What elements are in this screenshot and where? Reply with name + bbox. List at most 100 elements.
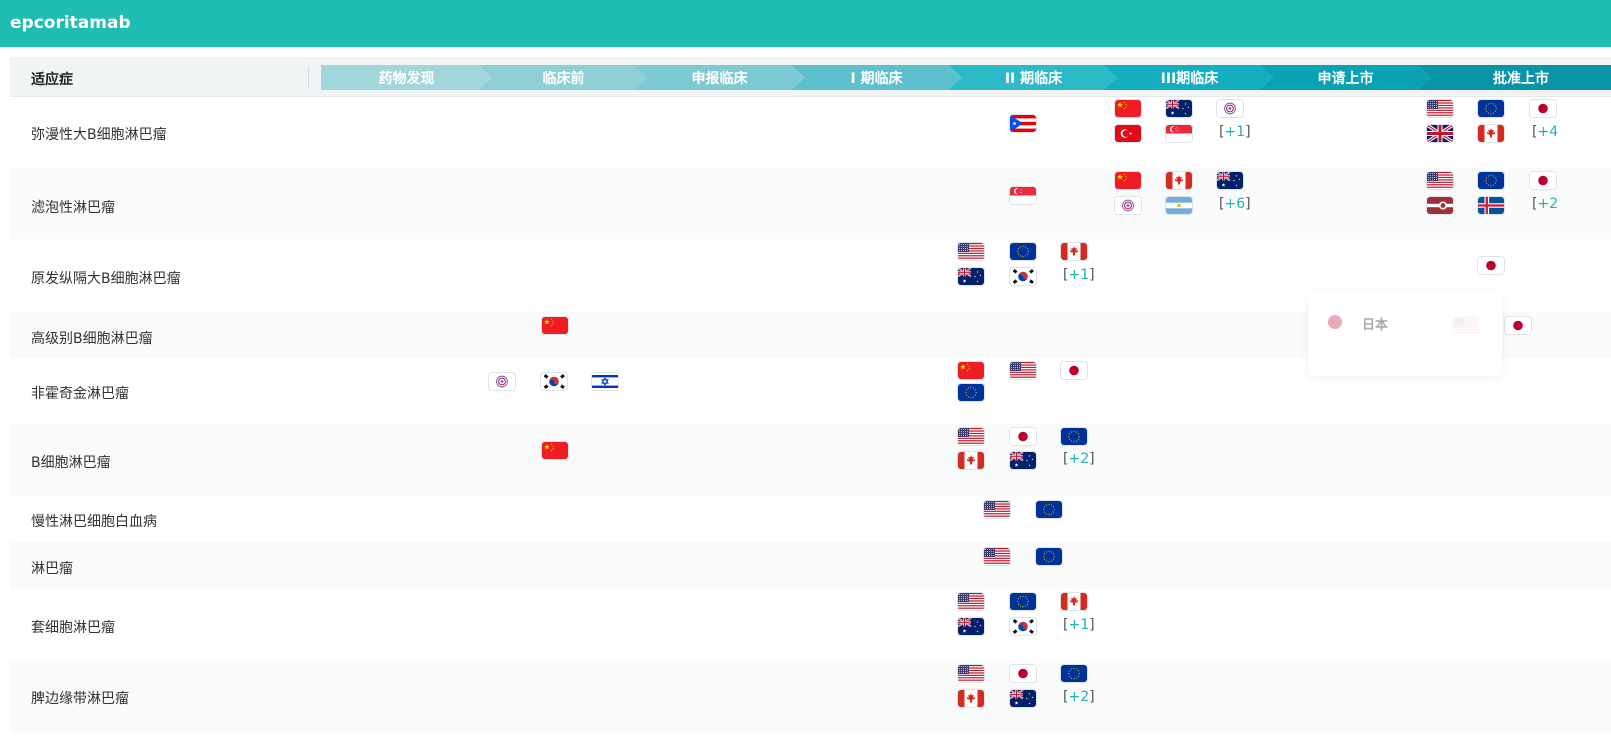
table-row: 淋巴瘤 <box>10 542 1611 589</box>
south-korea-flag-icon[interactable] <box>1010 618 1036 635</box>
tooltip-country-name: 日本 <box>1362 318 1389 333</box>
usa-flag-icon[interactable] <box>984 548 1010 565</box>
more-count: +1 <box>1068 617 1090 633</box>
table-row: 慢性淋巴细胞白血病 <box>10 496 1611 542</box>
more-count: +2 <box>1537 196 1559 212</box>
japan-flag-icon[interactable] <box>1530 172 1556 189</box>
canada-flag-icon[interactable] <box>1166 172 1192 189</box>
bracket-close: ] <box>1245 124 1251 140</box>
indication-name[interactable]: 慢性淋巴细胞白血病 <box>31 511 157 531</box>
australia-flag-icon[interactable] <box>1010 452 1036 469</box>
japan-flag-icon[interactable] <box>1530 100 1556 117</box>
usa-flag-icon[interactable] <box>1427 100 1453 117</box>
phase-header-1: 药物发现 <box>321 65 492 90</box>
south-korea-flag-icon[interactable] <box>1010 268 1036 285</box>
usa-flag-icon[interactable] <box>958 428 984 445</box>
eu-flag-icon[interactable] <box>958 384 984 401</box>
more-countries-link[interactable]: [+2] <box>1063 451 1095 467</box>
taiwan-flag-icon[interactable] <box>489 373 515 390</box>
eu-flag-icon[interactable] <box>1478 100 1504 117</box>
japan-flag-icon[interactable] <box>1010 428 1036 445</box>
singapore-flag-icon[interactable] <box>1166 125 1192 142</box>
more-countries-link[interactable]: [+1] <box>1063 267 1095 283</box>
australia-flag-icon[interactable] <box>1166 100 1192 117</box>
china-flag-icon[interactable] <box>542 442 568 459</box>
indication-name[interactable]: 套细胞淋巴瘤 <box>31 617 115 637</box>
bracket-close: ] <box>1089 617 1095 633</box>
more-countries-link[interactable]: [+2] <box>1063 689 1095 705</box>
usa-flag-icon[interactable] <box>984 501 1010 518</box>
table-row: 脾边缘带淋巴瘤 [+2] <box>10 661 1611 732</box>
indication-name[interactable]: 高级别B细胞淋巴瘤 <box>31 328 153 348</box>
country-tooltip: 日本 <box>1308 290 1502 376</box>
canada-flag-icon[interactable] <box>1061 243 1087 260</box>
usa-flag-icon[interactable] <box>1010 362 1036 379</box>
phase-header-4: I 期临床 <box>791 65 962 90</box>
phase-header-7: 申请上市 <box>1260 65 1431 90</box>
eu-flag-icon[interactable] <box>1036 501 1062 518</box>
puerto-rico-flag-icon[interactable] <box>1010 115 1036 132</box>
usa-flag-icon[interactable] <box>958 243 984 260</box>
australia-flag-icon[interactable] <box>1217 172 1243 189</box>
usa-flag-icon[interactable] <box>1427 172 1453 189</box>
more-countries-link[interactable]: [+2 <box>1532 196 1558 212</box>
bracket-close: ] <box>1089 689 1095 705</box>
indication-name[interactable]: 原发纵隔大B细胞淋巴瘤 <box>31 268 181 288</box>
china-flag-icon[interactable] <box>958 362 984 379</box>
latvia-flag-icon[interactable] <box>1427 197 1453 214</box>
israel-flag-icon[interactable] <box>592 373 618 390</box>
canada-flag-icon[interactable] <box>958 452 984 469</box>
indication-name[interactable]: B细胞淋巴瘤 <box>31 452 111 472</box>
usa-flag-icon[interactable] <box>958 665 984 682</box>
more-count: +2 <box>1068 689 1090 705</box>
more-countries-link[interactable]: [+4 <box>1532 124 1558 140</box>
more-count: +6 <box>1224 196 1246 212</box>
eu-flag-icon[interactable] <box>1061 428 1087 445</box>
japan-flag-icon[interactable] <box>1478 257 1504 274</box>
phase-header-8: 批准上市 <box>1417 65 1611 90</box>
japan-flag-icon[interactable] <box>1061 362 1087 379</box>
south-korea-flag-icon[interactable] <box>541 373 567 390</box>
japan-flag-icon[interactable] <box>1505 317 1531 334</box>
australia-flag-icon[interactable] <box>1010 690 1036 707</box>
canada-flag-icon[interactable] <box>1478 125 1504 142</box>
eu-flag-icon[interactable] <box>1010 243 1036 260</box>
usa-flag-icon[interactable] <box>958 593 984 610</box>
table-row: B细胞淋巴瘤 [+2] <box>10 424 1611 496</box>
indication-name[interactable]: 弥漫性大B细胞淋巴瘤 <box>31 124 167 144</box>
bracket-close: ] <box>1089 451 1095 467</box>
taiwan-flag-icon[interactable] <box>1217 100 1243 117</box>
more-count: +4 <box>1537 124 1559 140</box>
bracket-close: ] <box>1089 267 1095 283</box>
uk-flag-icon[interactable] <box>1427 125 1453 142</box>
iceland-flag-icon[interactable] <box>1478 197 1504 214</box>
argentina-flag-icon[interactable] <box>1166 197 1192 214</box>
more-countries-link[interactable]: [+6] <box>1219 196 1251 212</box>
japan-flag-icon[interactable] <box>1010 665 1036 682</box>
indication-name[interactable]: 非霍奇金淋巴瘤 <box>31 383 129 403</box>
australia-flag-icon[interactable] <box>958 268 984 285</box>
phase-header-6: III期临床 <box>1104 65 1275 90</box>
indication-name[interactable]: 淋巴瘤 <box>31 558 73 578</box>
drug-title: epcoritamab <box>10 13 131 33</box>
eu-flag-icon[interactable] <box>1010 593 1036 610</box>
china-flag-icon[interactable] <box>1115 172 1141 189</box>
canada-flag-icon[interactable] <box>958 690 984 707</box>
more-countries-link[interactable]: [+1] <box>1219 124 1251 140</box>
indication-name[interactable]: 脾边缘带淋巴瘤 <box>31 688 129 708</box>
turkey-flag-icon[interactable] <box>1115 125 1141 142</box>
canada-flag-icon[interactable] <box>1061 593 1087 610</box>
australia-flag-icon[interactable] <box>958 618 984 635</box>
table-header: 适应症 药物发现 临床前 申报临床 I 期临床 II 期临床 III期临床 申请上市 批准上市 <box>10 57 1611 97</box>
eu-flag-icon[interactable] <box>1478 172 1504 189</box>
indication-name[interactable]: 滤泡性淋巴瘤 <box>31 197 115 217</box>
eu-flag-icon[interactable] <box>1036 548 1062 565</box>
top-bar: epcoritamab <box>0 0 1611 47</box>
china-flag-icon[interactable] <box>1115 100 1141 117</box>
eu-flag-icon[interactable] <box>1061 665 1087 682</box>
singapore-flag-icon[interactable] <box>1010 187 1036 204</box>
more-countries-link[interactable]: [+1] <box>1063 617 1095 633</box>
china-flag-icon[interactable] <box>542 317 568 334</box>
taiwan-flag-icon[interactable] <box>1115 197 1141 214</box>
phase-header-3: 申报临床 <box>634 65 805 90</box>
